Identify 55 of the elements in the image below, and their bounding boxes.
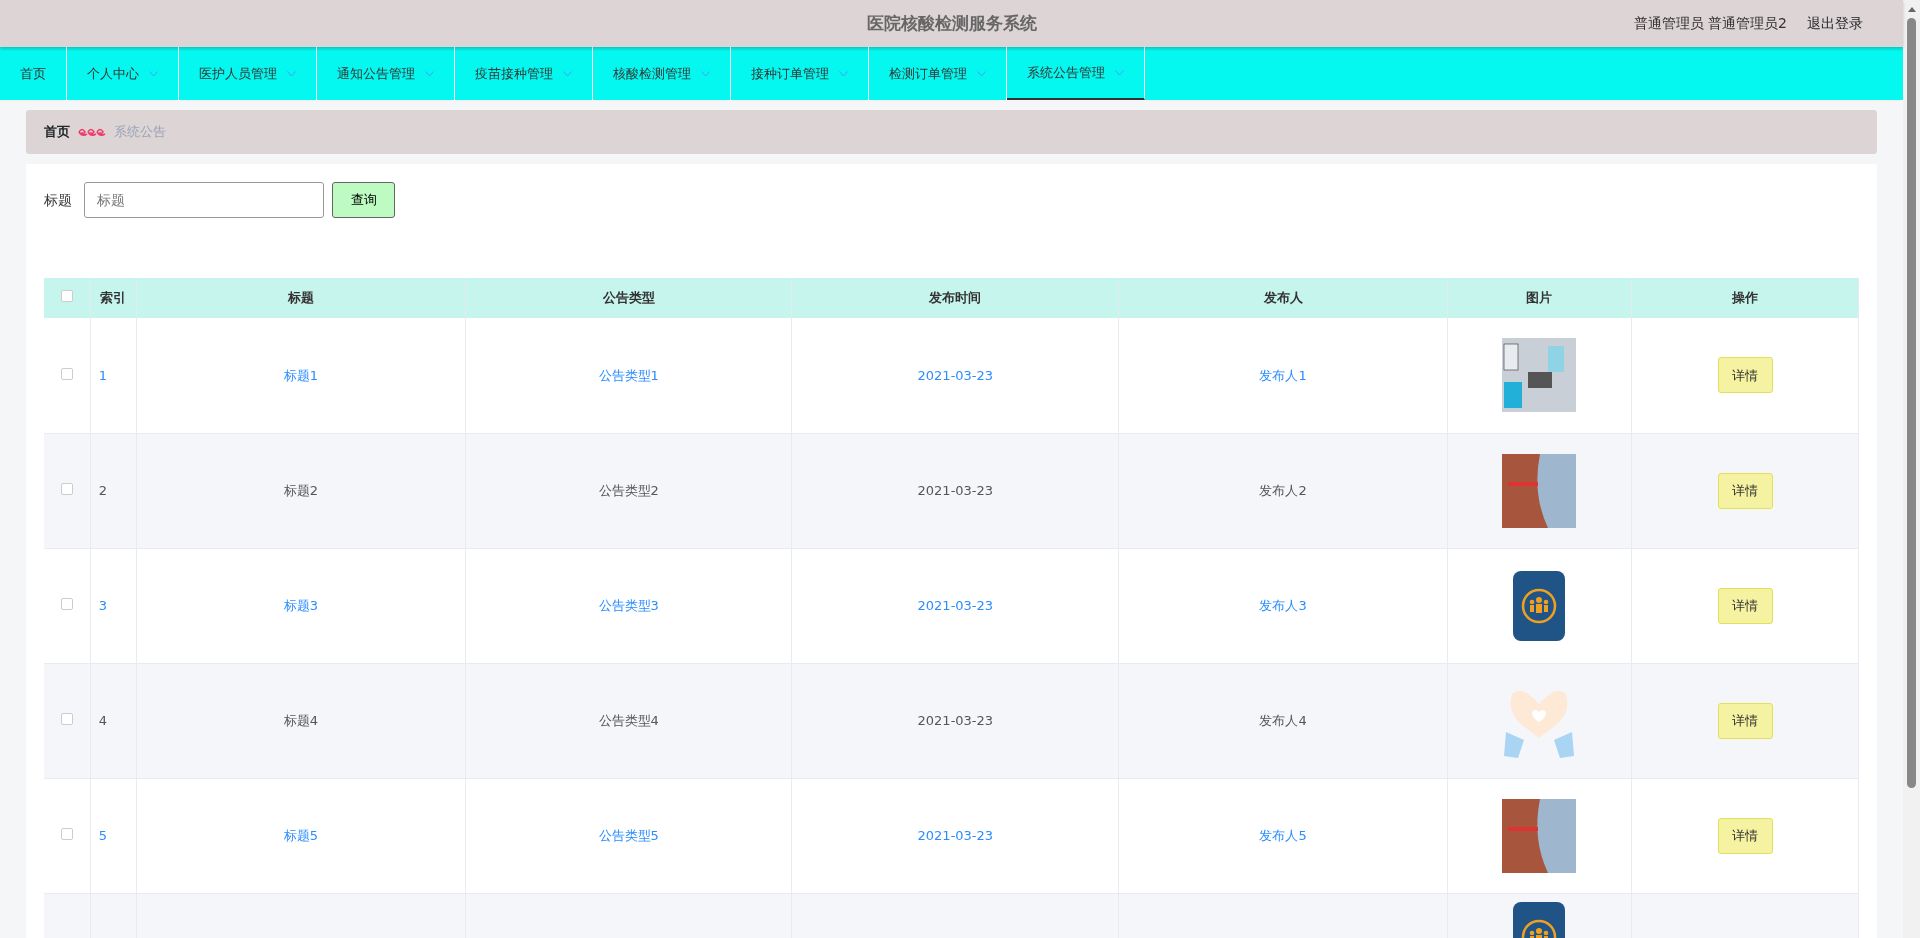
title-cell: 标题1 (283, 367, 319, 383)
column-header: 操作 (1631, 278, 1859, 318)
nav-menu-item[interactable]: 疫苗接种管理 (455, 47, 593, 100)
publisher-cell: 发布人5 (1259, 827, 1307, 843)
date-cell: 2021-03-23 (917, 367, 994, 383)
nav-menu-item[interactable]: 首页 (0, 47, 67, 100)
details-button[interactable]: 详情 (1717, 817, 1773, 854)
nav-menu-item[interactable]: 系统公告管理 (1007, 47, 1145, 100)
nav-menu-item[interactable]: 接种订单管理 (731, 47, 869, 100)
publisher-cell: 发布人2 (1259, 482, 1307, 498)
search-field[interactable]: 标题 (84, 182, 324, 218)
breadcrumb-home-link[interactable]: 首页 (44, 122, 70, 142)
details-button[interactable]: 详情 (1717, 587, 1773, 624)
column-header: 图片 (1447, 278, 1632, 318)
date-cell: 2021-03-23 (917, 712, 994, 728)
publisher-cell: 发布人4 (1259, 712, 1307, 728)
date-cell: 2021-03-23 (917, 482, 994, 498)
breadcrumb-current: 系统公告 (114, 123, 166, 142)
nav-menu-item[interactable]: 医护人员管理 (179, 47, 317, 100)
type-cell: 公告类型1 (598, 367, 659, 383)
details-button[interactable]: 详情 (1717, 702, 1773, 739)
type-cell: 公告类型2 (598, 482, 659, 498)
column-header: 索引 (90, 278, 137, 318)
type-cell: 公告类型5 (598, 827, 659, 843)
user-name: 普通管理员2 (1708, 15, 1787, 31)
title-cell: 标题3 (283, 597, 319, 613)
column-header: 公告类型 (465, 278, 792, 318)
nav-menu-item[interactable]: 通知公告管理 (317, 47, 455, 100)
search-button[interactable]: 查询 (332, 182, 395, 218)
row-index: 5 (98, 827, 107, 843)
title-cell: 标题4 (283, 712, 319, 728)
row-index: 1 (98, 367, 107, 383)
system-title: 医院核酸检测服务系统 (865, 11, 1038, 35)
column-header: 发布人 (1118, 278, 1448, 318)
date-cell: 2021-03-23 (917, 597, 994, 613)
publisher-cell: 发布人3 (1259, 597, 1307, 613)
row-index: 3 (98, 597, 107, 613)
search-label: 标题 (44, 190, 72, 210)
user-role: 普通管理员 (1633, 15, 1704, 31)
type-cell: 公告类型3 (598, 597, 659, 613)
nav-menu-item[interactable]: 检测订单管理 (869, 47, 1007, 100)
details-button[interactable]: 详情 (1717, 357, 1773, 394)
nav-menu-item[interactable]: 核酸检测管理 (593, 47, 731, 100)
nav-menu-item[interactable]: 个人中心 (67, 47, 179, 100)
date-cell: 2021-03-23 (917, 827, 994, 843)
type-cell: 公告类型4 (598, 712, 659, 728)
title-cell: 标题2 (283, 482, 319, 498)
details-button[interactable]: 详情 (1717, 472, 1773, 509)
row-index: 4 (98, 712, 107, 728)
row-index: 2 (98, 482, 107, 498)
column-header: 标题 (136, 278, 466, 318)
publisher-cell: 发布人1 (1259, 367, 1307, 383)
title-cell: 标题5 (283, 827, 319, 843)
column-header: 发布时间 (791, 278, 1119, 318)
logout-link[interactable]: 退出登录 (1807, 13, 1863, 34)
